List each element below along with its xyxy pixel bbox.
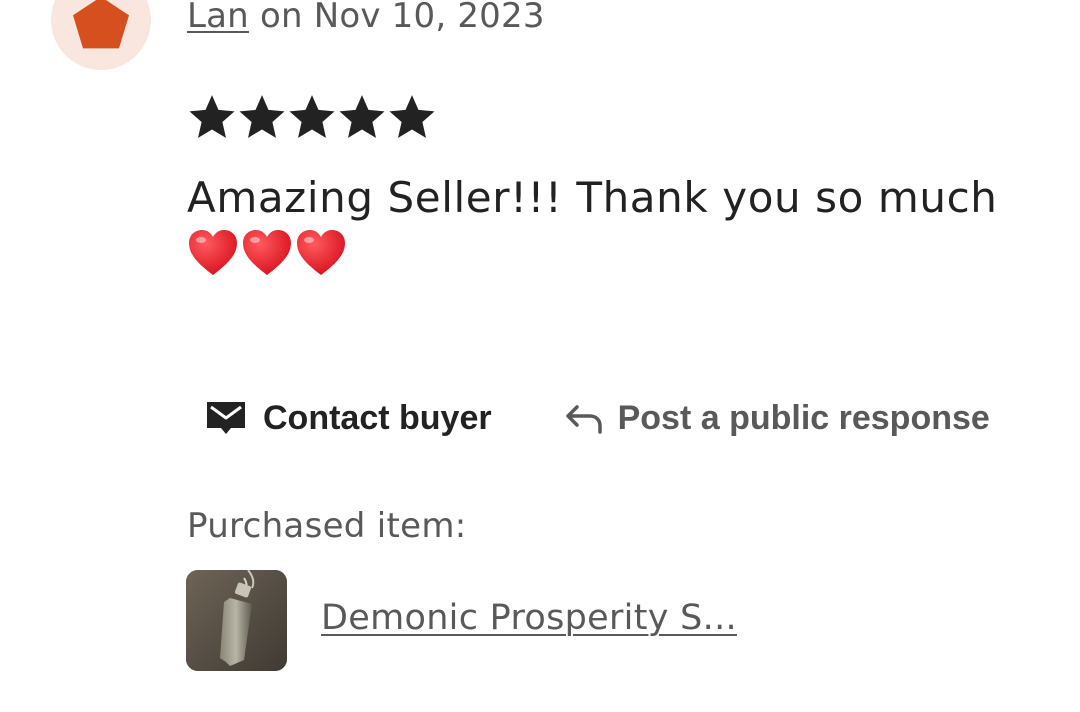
review-header: Lan on Nov 10, 2023 bbox=[187, 0, 545, 36]
item-thumbnail[interactable] bbox=[186, 570, 287, 671]
mail-icon bbox=[207, 402, 245, 434]
heart-icon bbox=[243, 230, 291, 275]
reply-arrow-icon bbox=[565, 405, 602, 434]
review-text: Amazing Seller!!! Thank you so much bbox=[187, 173, 998, 222]
post-public-response-label: Post a public response bbox=[617, 398, 990, 437]
star-icon bbox=[389, 95, 435, 138]
star-icon bbox=[189, 95, 235, 138]
post-public-response-button[interactable]: Post a public response bbox=[564, 399, 990, 438]
pendant-image-icon bbox=[186, 570, 287, 671]
contact-buyer-button[interactable]: Contact buyer bbox=[205, 398, 492, 438]
purchased-item-link[interactable]: Demonic Prosperity S... bbox=[321, 598, 737, 638]
contact-buyer-label: Contact buyer bbox=[263, 398, 492, 437]
star-icon bbox=[289, 95, 335, 138]
pentagon-icon bbox=[73, 0, 129, 49]
review-emojis bbox=[187, 229, 347, 277]
star-icon bbox=[239, 95, 285, 138]
star-rating bbox=[187, 92, 437, 142]
reviewer-name-link[interactable]: Lan bbox=[187, 0, 249, 36]
review-date: on Nov 10, 2023 bbox=[248, 0, 545, 36]
heart-icon bbox=[189, 230, 237, 275]
star-icon bbox=[339, 95, 385, 138]
reviewer-avatar[interactable] bbox=[51, 0, 151, 70]
heart-icon bbox=[297, 230, 345, 275]
review-actions: Contact buyer Post a public response bbox=[205, 390, 990, 446]
purchased-item-label: Purchased item: bbox=[187, 506, 467, 546]
